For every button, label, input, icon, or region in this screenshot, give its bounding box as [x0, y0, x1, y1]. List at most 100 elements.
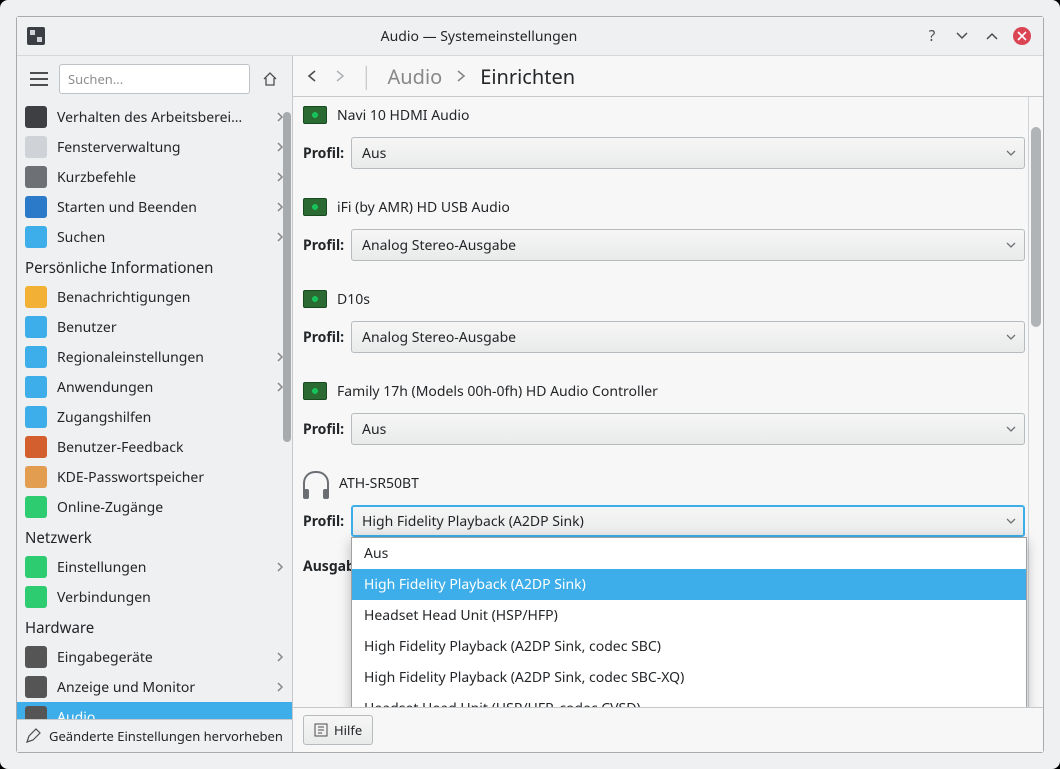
- sidebar-item-hardware-0[interactable]: Eingabegeräte: [17, 642, 292, 672]
- sidebar-item-label: Anzeige und Monitor: [57, 678, 266, 697]
- profile-label: Profil:: [303, 236, 343, 255]
- sidebar-item-hardware-1[interactable]: Anzeige und Monitor: [17, 672, 292, 702]
- sidebar-item-top-3[interactable]: Starten und Beenden: [17, 192, 292, 222]
- help-button[interactable]: Hilfe: [303, 715, 373, 745]
- device-header: D10s: [303, 281, 1025, 317]
- profile-select-value: Analog Stereo-Ausgabe: [362, 328, 516, 347]
- soundcard-icon: [303, 382, 327, 400]
- home-button[interactable]: [256, 65, 284, 93]
- sidebar-item-label: Benutzer-Feedback: [57, 438, 284, 457]
- content-scrollbar[interactable]: [1028, 97, 1043, 707]
- profile-select-value: High Fidelity Playback (A2DP Sink): [362, 512, 584, 531]
- help-titlebar-button[interactable]: ?: [921, 25, 943, 47]
- sidebar-item-personal-6[interactable]: KDE-Passwortspeicher: [17, 462, 292, 492]
- breadcrumb-bar: │ Audio Einrichten: [293, 56, 1043, 97]
- sidebar-item-label: Zugangshilfen: [57, 408, 284, 427]
- sidebar-item-personal-1[interactable]: Benutzer: [17, 312, 292, 342]
- sidebar-item-personal-4[interactable]: Zugangshilfen: [17, 402, 292, 432]
- sidebar-item-personal-2[interactable]: Regionaleinstellungen: [17, 342, 292, 372]
- sidebar-item-personal-7[interactable]: Online-Zugänge: [17, 492, 292, 522]
- sidebar-item-icon: [25, 676, 47, 698]
- dropdown-option[interactable]: Headset Head Unit (HSP/HFP, codec CVSD): [352, 693, 1026, 707]
- app-icon: [27, 27, 45, 45]
- sidebar-item-icon: [25, 586, 47, 608]
- highlight-changes-toggle[interactable]: Geänderte Einstellungen hervorheben: [17, 719, 292, 752]
- sidebar-item-hardware-2[interactable]: Audio: [17, 702, 292, 719]
- device-header: Navi 10 HDMI Audio: [303, 97, 1025, 133]
- hamburger-menu[interactable]: [25, 65, 53, 93]
- chevron-right-icon: [456, 69, 466, 83]
- sidebar-item-personal-0[interactable]: Benachrichtigungen: [17, 282, 292, 312]
- sidebar-item-label: Benutzer: [57, 318, 284, 337]
- profile-select[interactable]: Aus: [351, 413, 1025, 445]
- sidebar-item-icon: [25, 706, 47, 719]
- breadcrumb-current: Einrichten: [480, 63, 575, 90]
- headphones-icon: [303, 471, 329, 495]
- sidebar-item-icon: [25, 136, 47, 158]
- profile-label: Profil:: [303, 328, 343, 347]
- sidebar-group-personal: Persönliche Informationen: [17, 252, 292, 282]
- sidebar-item-personal-5[interactable]: Benutzer-Feedback: [17, 432, 292, 462]
- nav-forward-button[interactable]: [333, 69, 347, 83]
- profile-dropdown[interactable]: AusHigh Fidelity Playback (A2DP Sink)Hea…: [351, 537, 1027, 707]
- sidebar-item-personal-3[interactable]: Anwendungen: [17, 372, 292, 402]
- sidebar-item-icon: [25, 106, 47, 128]
- dropdown-option[interactable]: Aus: [352, 538, 1026, 569]
- profile-select[interactable]: Analog Stereo-Ausgabe: [351, 321, 1025, 353]
- soundcard-icon: [303, 198, 327, 216]
- breadcrumb-root[interactable]: Audio: [388, 63, 443, 90]
- sidebar-item-label: Einstellungen: [57, 558, 266, 577]
- sidebar-item-top-4[interactable]: Suchen: [17, 222, 292, 252]
- sidebar-item-top-2[interactable]: Kurzbefehle: [17, 162, 292, 192]
- sidebar-group-hardware: Hardware: [17, 612, 292, 642]
- sidebar-item-label: Starten und Beenden: [57, 198, 266, 217]
- dropdown-option[interactable]: High Fidelity Playback (A2DP Sink): [352, 569, 1026, 600]
- dropdown-option[interactable]: High Fidelity Playback (A2DP Sink, codec…: [352, 662, 1026, 693]
- chevron-down-icon: [1006, 148, 1016, 158]
- profile-label: Profil:: [303, 512, 343, 531]
- soundcard-icon: [303, 106, 327, 124]
- chevron-down-icon: [1006, 516, 1016, 526]
- device-header: ATH-SR50BT: [303, 465, 1025, 501]
- profile-label: Profil:: [303, 420, 343, 439]
- sidebar-item-icon: [25, 166, 47, 188]
- sidebar-item-label: Verbindungen: [57, 588, 284, 607]
- pencil-icon: [25, 728, 41, 744]
- sidebar-group-network: Netzwerk: [17, 522, 292, 552]
- profile-select-value: Analog Stereo-Ausgabe: [362, 236, 516, 255]
- sidebar-item-icon: [25, 466, 47, 488]
- sidebar-item-label: Online-Zugänge: [57, 498, 284, 517]
- sidebar-item-label: Kurzbefehle: [57, 168, 266, 187]
- sidebar-item-icon: [25, 196, 47, 218]
- search-input[interactable]: Suchen...: [59, 64, 250, 94]
- sidebar-item-label: Verhalten des Arbeitsberei…: [57, 108, 266, 127]
- sidebar-item-icon: [25, 496, 47, 518]
- profile-select[interactable]: High Fidelity Playback (A2DP Sink): [351, 505, 1025, 537]
- sidebar-item-icon: [25, 556, 47, 578]
- help-icon: [314, 723, 328, 737]
- profile-select[interactable]: Analog Stereo-Ausgabe: [351, 229, 1025, 261]
- device-name: iFi (by AMR) HD USB Audio: [337, 198, 510, 217]
- chevron-down-icon: [1006, 332, 1016, 342]
- profile-label: Profil:: [303, 144, 343, 163]
- profile-select-value: Aus: [362, 420, 386, 439]
- device-name: Navi 10 HDMI Audio: [337, 106, 469, 125]
- sidebar-item-network-0[interactable]: Einstellungen: [17, 552, 292, 582]
- maximize-button[interactable]: [981, 25, 1003, 47]
- dropdown-option[interactable]: High Fidelity Playback (A2DP Sink, codec…: [352, 631, 1026, 662]
- sidebar-item-top-1[interactable]: Fensterverwaltung: [17, 132, 292, 162]
- highlight-changes-label: Geänderte Einstellungen hervorheben: [49, 727, 283, 745]
- sidebar-scrollbar[interactable]: [282, 102, 292, 719]
- sidebar: Suchen... Verhalten des Arbeitsberei… Fen…: [17, 56, 293, 752]
- nav-back-button[interactable]: [305, 69, 319, 83]
- sidebar-item-label: Eingabegeräte: [57, 648, 266, 667]
- dropdown-option[interactable]: Headset Head Unit (HSP/HFP): [352, 600, 1026, 631]
- close-button[interactable]: [1011, 25, 1033, 47]
- chevron-down-icon: [1006, 240, 1016, 250]
- profile-select[interactable]: Aus: [351, 137, 1025, 169]
- sidebar-item-network-1[interactable]: Verbindungen: [17, 582, 292, 612]
- minimize-button[interactable]: [951, 25, 973, 47]
- sidebar-item-top-0[interactable]: Verhalten des Arbeitsberei…: [17, 102, 292, 132]
- titlebar: Audio — Systemeinstellungen ?: [17, 17, 1043, 56]
- profile-select-value: Aus: [362, 144, 386, 163]
